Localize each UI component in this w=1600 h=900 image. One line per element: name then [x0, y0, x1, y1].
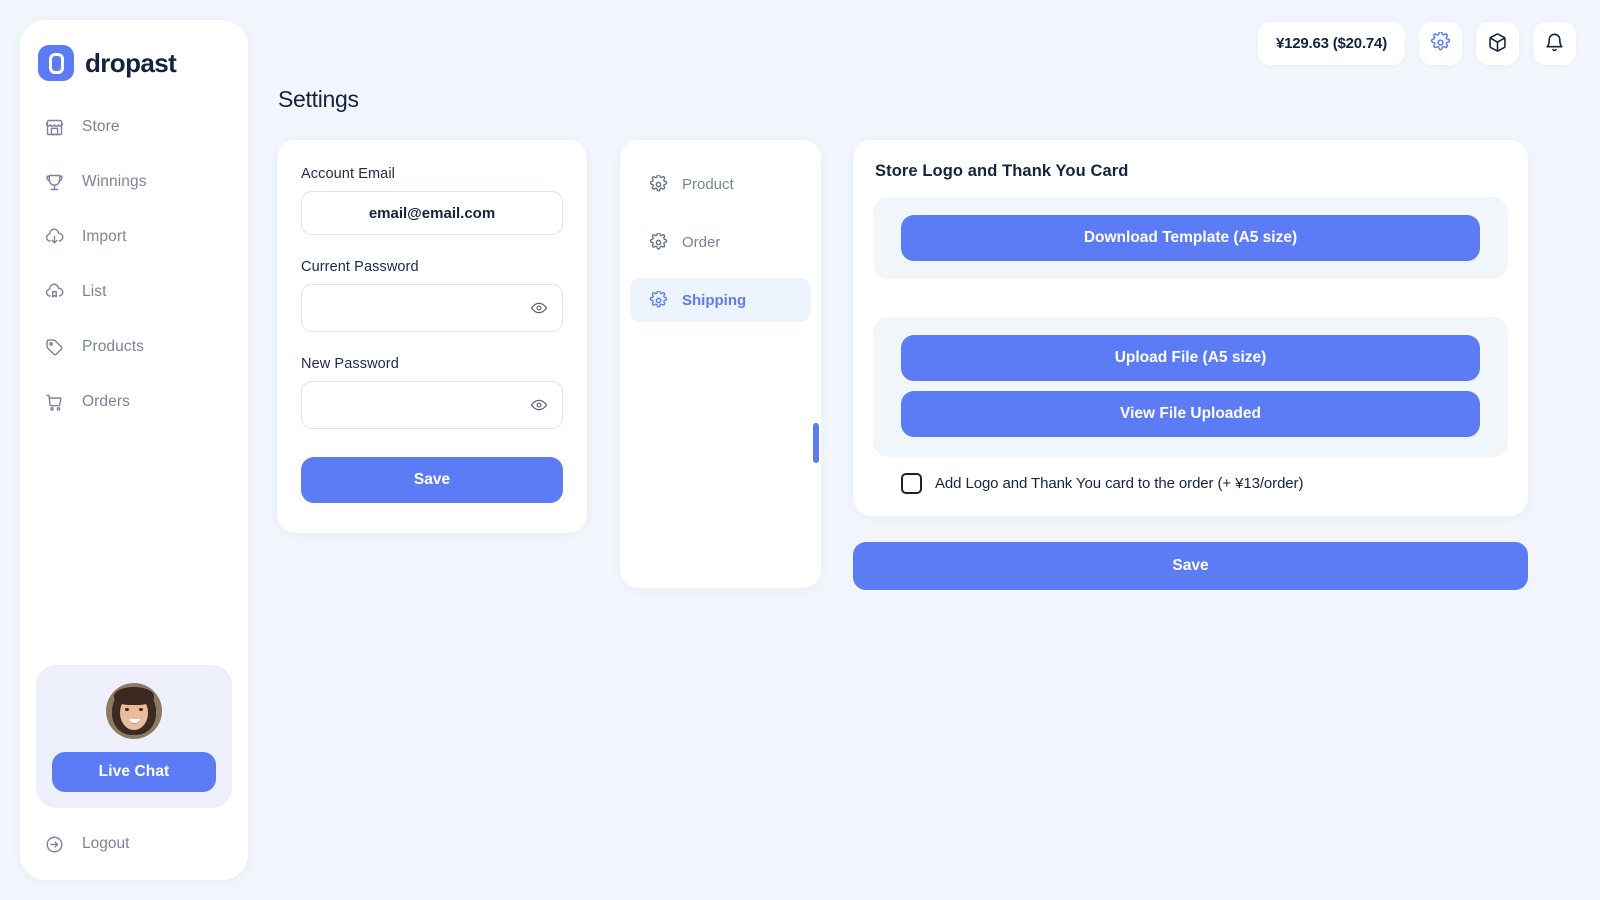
logout-icon: [42, 832, 66, 856]
sidebar: dropast Store Winnings Import List Produ…: [20, 20, 248, 880]
package-icon-button[interactable]: [1476, 22, 1519, 65]
account-settings-card: Account Email email@email.com Current Pa…: [277, 140, 587, 533]
settings-nav-card: Product Order Shipping: [620, 140, 821, 588]
logout-label: Logout: [82, 835, 130, 852]
gear-icon: [648, 174, 668, 194]
settings-nav-scrollbar[interactable]: [813, 423, 819, 463]
settings-nav-item-shipping[interactable]: Shipping: [630, 278, 811, 322]
sidebar-item-orders[interactable]: Orders: [20, 379, 248, 425]
sidebar-item-winnings[interactable]: Winnings: [20, 159, 248, 205]
current-password-input[interactable]: [301, 284, 563, 332]
settings-icon-button[interactable]: [1419, 22, 1462, 65]
sidebar-item-label: Orders: [82, 393, 130, 410]
settings-nav-item-order[interactable]: Order: [630, 220, 811, 264]
account-email-input[interactable]: email@email.com: [301, 191, 563, 235]
gear-icon: [648, 290, 668, 310]
topbar: ¥129.63 ($20.74): [1257, 22, 1576, 65]
settings-nav-item-label: Order: [682, 233, 721, 251]
sidebar-item-products[interactable]: Products: [20, 324, 248, 370]
upload-file-panel: Upload File (A5 size) View File Uploaded: [873, 317, 1508, 457]
sidebar-item-list[interactable]: List: [20, 269, 248, 315]
new-password-eye-icon[interactable]: [528, 394, 550, 416]
settings-nav-item-label: Shipping: [682, 291, 747, 309]
trophy-icon: [42, 170, 66, 194]
store-icon: [42, 115, 66, 139]
store-logo-card: Store Logo and Thank You Card Download T…: [853, 140, 1528, 516]
notifications-icon-button[interactable]: [1533, 22, 1576, 65]
current-password-eye-icon[interactable]: [528, 297, 550, 319]
current-password-label: Current Password: [301, 259, 419, 275]
new-password-input[interactable]: [301, 381, 563, 429]
gear-icon: [648, 232, 668, 252]
new-password-label: New Password: [301, 356, 399, 372]
balance-display[interactable]: ¥129.63 ($20.74): [1257, 22, 1405, 65]
settings-nav-item-product[interactable]: Product: [630, 162, 811, 206]
sidebar-item-import[interactable]: Import: [20, 214, 248, 260]
sidebar-item-label: Import: [82, 228, 127, 245]
cloud-list-icon: [42, 280, 66, 304]
add-logo-checkbox-row[interactable]: Add Logo and Thank You card to the order…: [873, 473, 1508, 494]
view-file-uploaded-button[interactable]: View File Uploaded: [901, 391, 1480, 437]
brand-logo[interactable]: dropast: [20, 20, 248, 86]
page-title: Settings: [278, 86, 359, 112]
download-template-button[interactable]: Download Template (A5 size): [901, 215, 1480, 261]
live-chat-card: Live Chat: [36, 665, 232, 808]
brand-name: dropast: [85, 47, 177, 78]
settings-nav-item-label: Product: [682, 175, 734, 193]
support-agent-avatar: [106, 683, 162, 739]
shopping-cart-icon: [42, 390, 66, 414]
sidebar-item-label: Winnings: [82, 173, 147, 190]
tag-icon: [42, 335, 66, 359]
dropast-logo-icon: [38, 45, 74, 81]
sidebar-item-label: Products: [82, 338, 144, 355]
cloud-download-icon: [42, 225, 66, 249]
live-chat-button[interactable]: Live Chat: [52, 752, 216, 792]
gear-icon: [1430, 30, 1451, 56]
bell-icon: [1544, 32, 1565, 56]
store-logo-heading: Store Logo and Thank You Card: [875, 162, 1129, 180]
sidebar-item-label: List: [82, 283, 107, 300]
shipping-save-button[interactable]: Save: [853, 542, 1528, 590]
sidebar-item-store[interactable]: Store: [20, 104, 248, 150]
download-template-panel: Download Template (A5 size): [873, 197, 1508, 279]
box-icon: [1487, 32, 1508, 56]
logout-button[interactable]: Logout: [20, 818, 248, 870]
account-email-label: Account Email: [301, 166, 395, 182]
sidebar-nav: Store Winnings Import List Products Orde…: [20, 104, 248, 434]
upload-file-button[interactable]: Upload File (A5 size): [901, 335, 1480, 381]
add-logo-checkbox[interactable]: [901, 473, 922, 494]
add-logo-checkbox-label: Add Logo and Thank You card to the order…: [935, 475, 1304, 492]
account-save-button[interactable]: Save: [301, 457, 563, 503]
app-root: dropast Store Winnings Import List Produ…: [0, 0, 1600, 900]
sidebar-item-label: Store: [82, 118, 120, 135]
